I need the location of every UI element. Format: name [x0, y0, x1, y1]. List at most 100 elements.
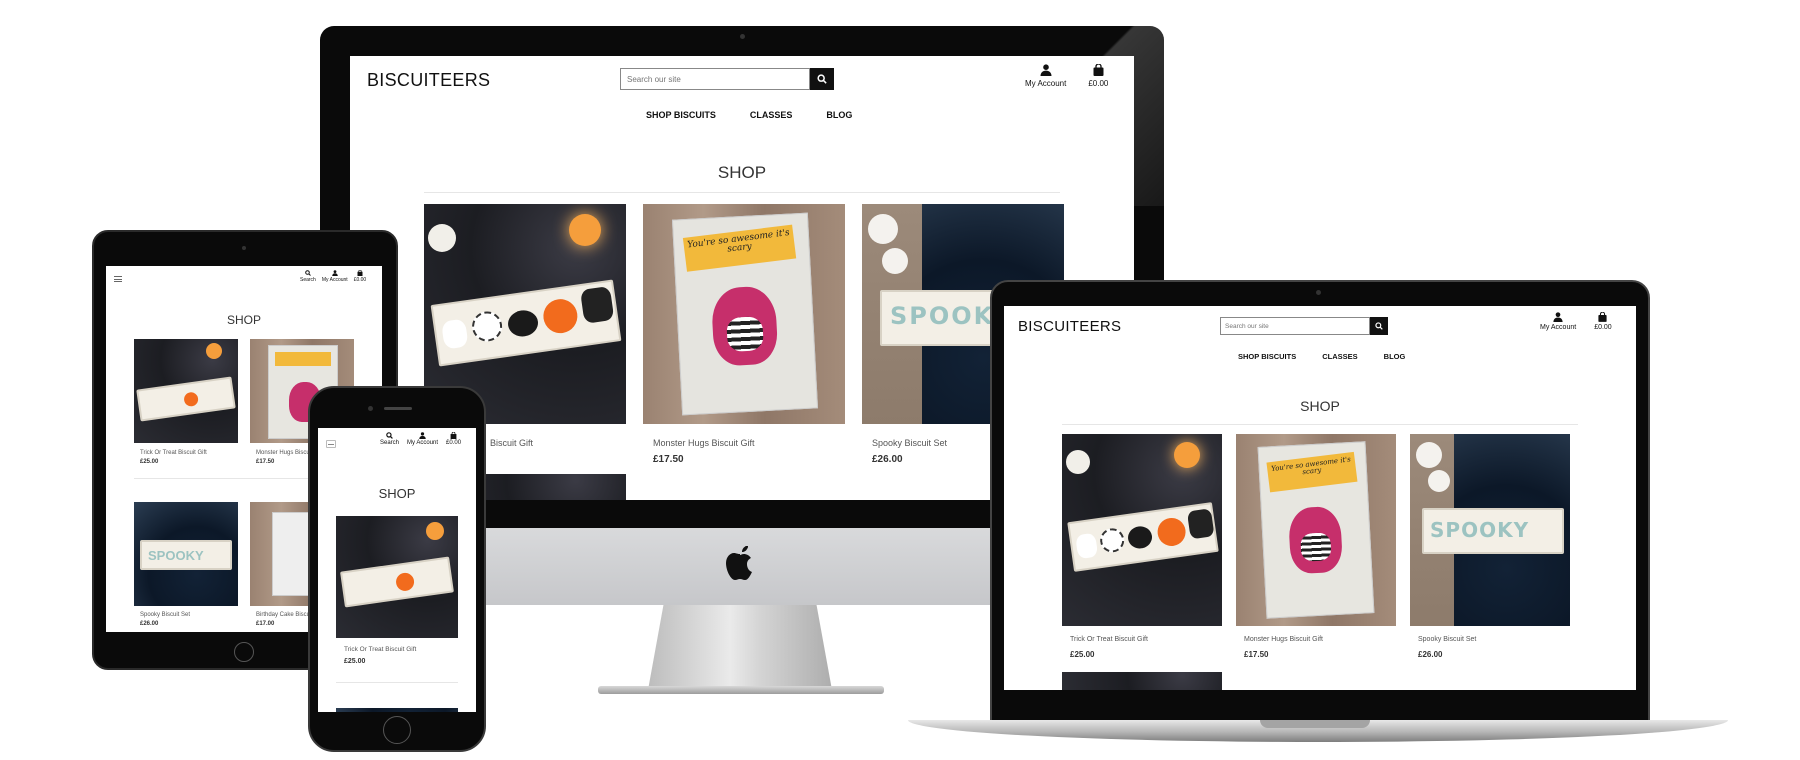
user-icon — [1040, 64, 1052, 76]
imac-stand — [648, 602, 832, 690]
nav-shop-biscuits[interactable]: SHOP BISCUITS — [1238, 352, 1296, 361]
product-price: £25.00 — [140, 459, 159, 465]
search-icon — [817, 74, 827, 84]
iphone-home-button[interactable] — [383, 716, 411, 744]
spooky-text: SPOOKY — [1422, 508, 1564, 554]
product-image-monster-hugs[interactable]: You're so awesome it's scary — [643, 204, 845, 424]
product-image-trick-or-treat[interactable] — [336, 516, 458, 638]
product-price: £26.00 — [1418, 650, 1443, 659]
search-icon — [1375, 322, 1383, 330]
cart-total: £0.00 — [1594, 324, 1612, 331]
search-label: Search — [300, 277, 316, 283]
spooky-text: SPOOKY — [140, 540, 232, 570]
product-name[interactable]: Spooky Biscuit Set — [872, 438, 947, 448]
product-price: £26.00 — [872, 454, 903, 465]
product-price: £25.00 — [344, 658, 366, 665]
user-icon — [332, 270, 338, 276]
product-name[interactable]: Trick Or Treat Biscuit Gift — [1070, 636, 1148, 643]
search-icon — [386, 432, 393, 439]
nav-shop-biscuits[interactable]: SHOP BISCUITS — [646, 110, 716, 120]
ipad-camera — [242, 246, 246, 250]
iphone-speaker — [384, 407, 412, 410]
search-input[interactable] — [1220, 317, 1370, 335]
page-title: SHOP — [717, 163, 767, 182]
product-name[interactable]: Spooky Biscuit Set — [140, 612, 190, 618]
search-input[interactable] — [620, 68, 810, 90]
search-link[interactable]: Search — [380, 432, 399, 446]
nav-classes[interactable]: CLASSES — [750, 110, 793, 120]
page-title: SHOP — [378, 486, 416, 501]
ipad-home-button[interactable] — [234, 642, 254, 662]
search-bar — [620, 68, 834, 90]
plaque-text: You're so awesome it's scary — [1266, 451, 1358, 493]
product-name[interactable]: Trick Or Treat Biscuit Gift — [140, 450, 207, 456]
site-logo[interactable]: BISCUITEERS — [367, 70, 490, 91]
product-price: £17.00 — [256, 621, 275, 627]
page-title: SHOP — [1300, 398, 1340, 414]
product-image-trick-or-treat[interactable] — [1062, 434, 1222, 626]
cart-link[interactable]: £0.00 — [1088, 64, 1108, 88]
cart-link[interactable]: £0.00 — [353, 270, 367, 283]
nav-blog[interactable]: BLOG — [826, 110, 852, 120]
shopping-bag-icon — [1093, 64, 1104, 76]
user-icon — [1553, 312, 1563, 322]
cart-link[interactable]: £0.00 — [1594, 312, 1612, 331]
account-label: My Account — [321, 277, 348, 283]
search-label: Search — [380, 440, 400, 446]
product-image-spooky[interactable]: SPOOKY — [1410, 434, 1570, 626]
iphone-camera — [368, 406, 373, 411]
page-title: SHOP — [226, 313, 261, 327]
apple-logo-icon — [722, 542, 758, 586]
search-bar — [1220, 317, 1388, 335]
account-link[interactable]: My Account — [1025, 64, 1066, 88]
site-logo[interactable]: BISCUITEERS — [1018, 318, 1121, 335]
shopping-bag-icon — [1598, 312, 1608, 322]
product-price: £25.00 — [1070, 650, 1095, 659]
cart-total: £0.00 — [446, 440, 462, 446]
hamburger-icon[interactable] — [326, 440, 336, 448]
nav-blog[interactable]: BLOG — [1384, 352, 1406, 361]
product-name[interactable]: Spooky Biscuit Set — [1418, 636, 1476, 643]
plaque-text: You're so awesome it's scary — [682, 224, 797, 272]
product-price: £26.00 — [140, 621, 159, 627]
shopping-bag-icon — [450, 432, 457, 439]
nav-classes[interactable]: CLASSES — [1322, 352, 1357, 361]
header-icons: My Account £0.00 — [1025, 64, 1108, 88]
product-price: £17.50 — [256, 459, 275, 465]
devices-mockup: BISCUITEERS My Account £0.00 SHOP BISCUI… — [0, 0, 1800, 760]
product-price: £17.50 — [653, 454, 684, 465]
product-name[interactable]: Trick Or Treat Biscuit Gift — [344, 646, 416, 653]
header-icons: My Account £0.00 — [1540, 312, 1612, 331]
account-link[interactable]: My Account — [1540, 312, 1576, 331]
hamburger-icon[interactable] — [114, 276, 122, 282]
header-icons: Search My Account £0.00 — [300, 270, 366, 283]
product-image-next-row[interactable] — [1062, 672, 1222, 690]
product-image-monster-hugs[interactable]: You're so awesome it's scary — [1236, 434, 1396, 626]
product-image-spooky[interactable]: SPOOKY — [134, 502, 238, 606]
user-icon — [419, 432, 426, 439]
account-label: My Account — [1540, 324, 1577, 331]
title-divider — [1062, 424, 1578, 425]
cart-link[interactable]: £0.00 — [446, 432, 461, 446]
shopping-bag-icon — [357, 270, 363, 276]
product-name[interactable]: Monster Hugs Biscuit Gift — [1244, 636, 1323, 643]
search-button[interactable] — [1370, 317, 1388, 335]
product-name-partial[interactable]: Biscuit Gift — [490, 438, 533, 448]
header-icons: Search My Account £0.00 — [380, 432, 461, 446]
macbook-notch — [1260, 720, 1370, 728]
product-price: £17.50 — [1244, 650, 1269, 659]
account-link[interactable]: My Account — [407, 432, 438, 446]
phone-screen: Search My Account £0.00 SHOP Trick Or Tr… — [318, 428, 476, 712]
cart-total: £0.00 — [1088, 79, 1109, 88]
search-link[interactable]: Search — [300, 270, 316, 283]
search-icon — [305, 270, 311, 276]
product-name[interactable]: Monster Hugs Biscuit Gift — [653, 438, 755, 448]
cart-total: £0.00 — [353, 277, 367, 283]
laptop-screen: BISCUITEERS My Account £0.00 SHOP BISCUI… — [1004, 306, 1636, 690]
product-image-next[interactable] — [336, 708, 458, 712]
search-button[interactable] — [810, 68, 834, 90]
product-image-trick-or-treat[interactable] — [134, 339, 238, 443]
imac-stand-base — [598, 686, 884, 694]
account-link[interactable]: My Account — [322, 270, 348, 283]
imac-camera — [740, 34, 745, 39]
